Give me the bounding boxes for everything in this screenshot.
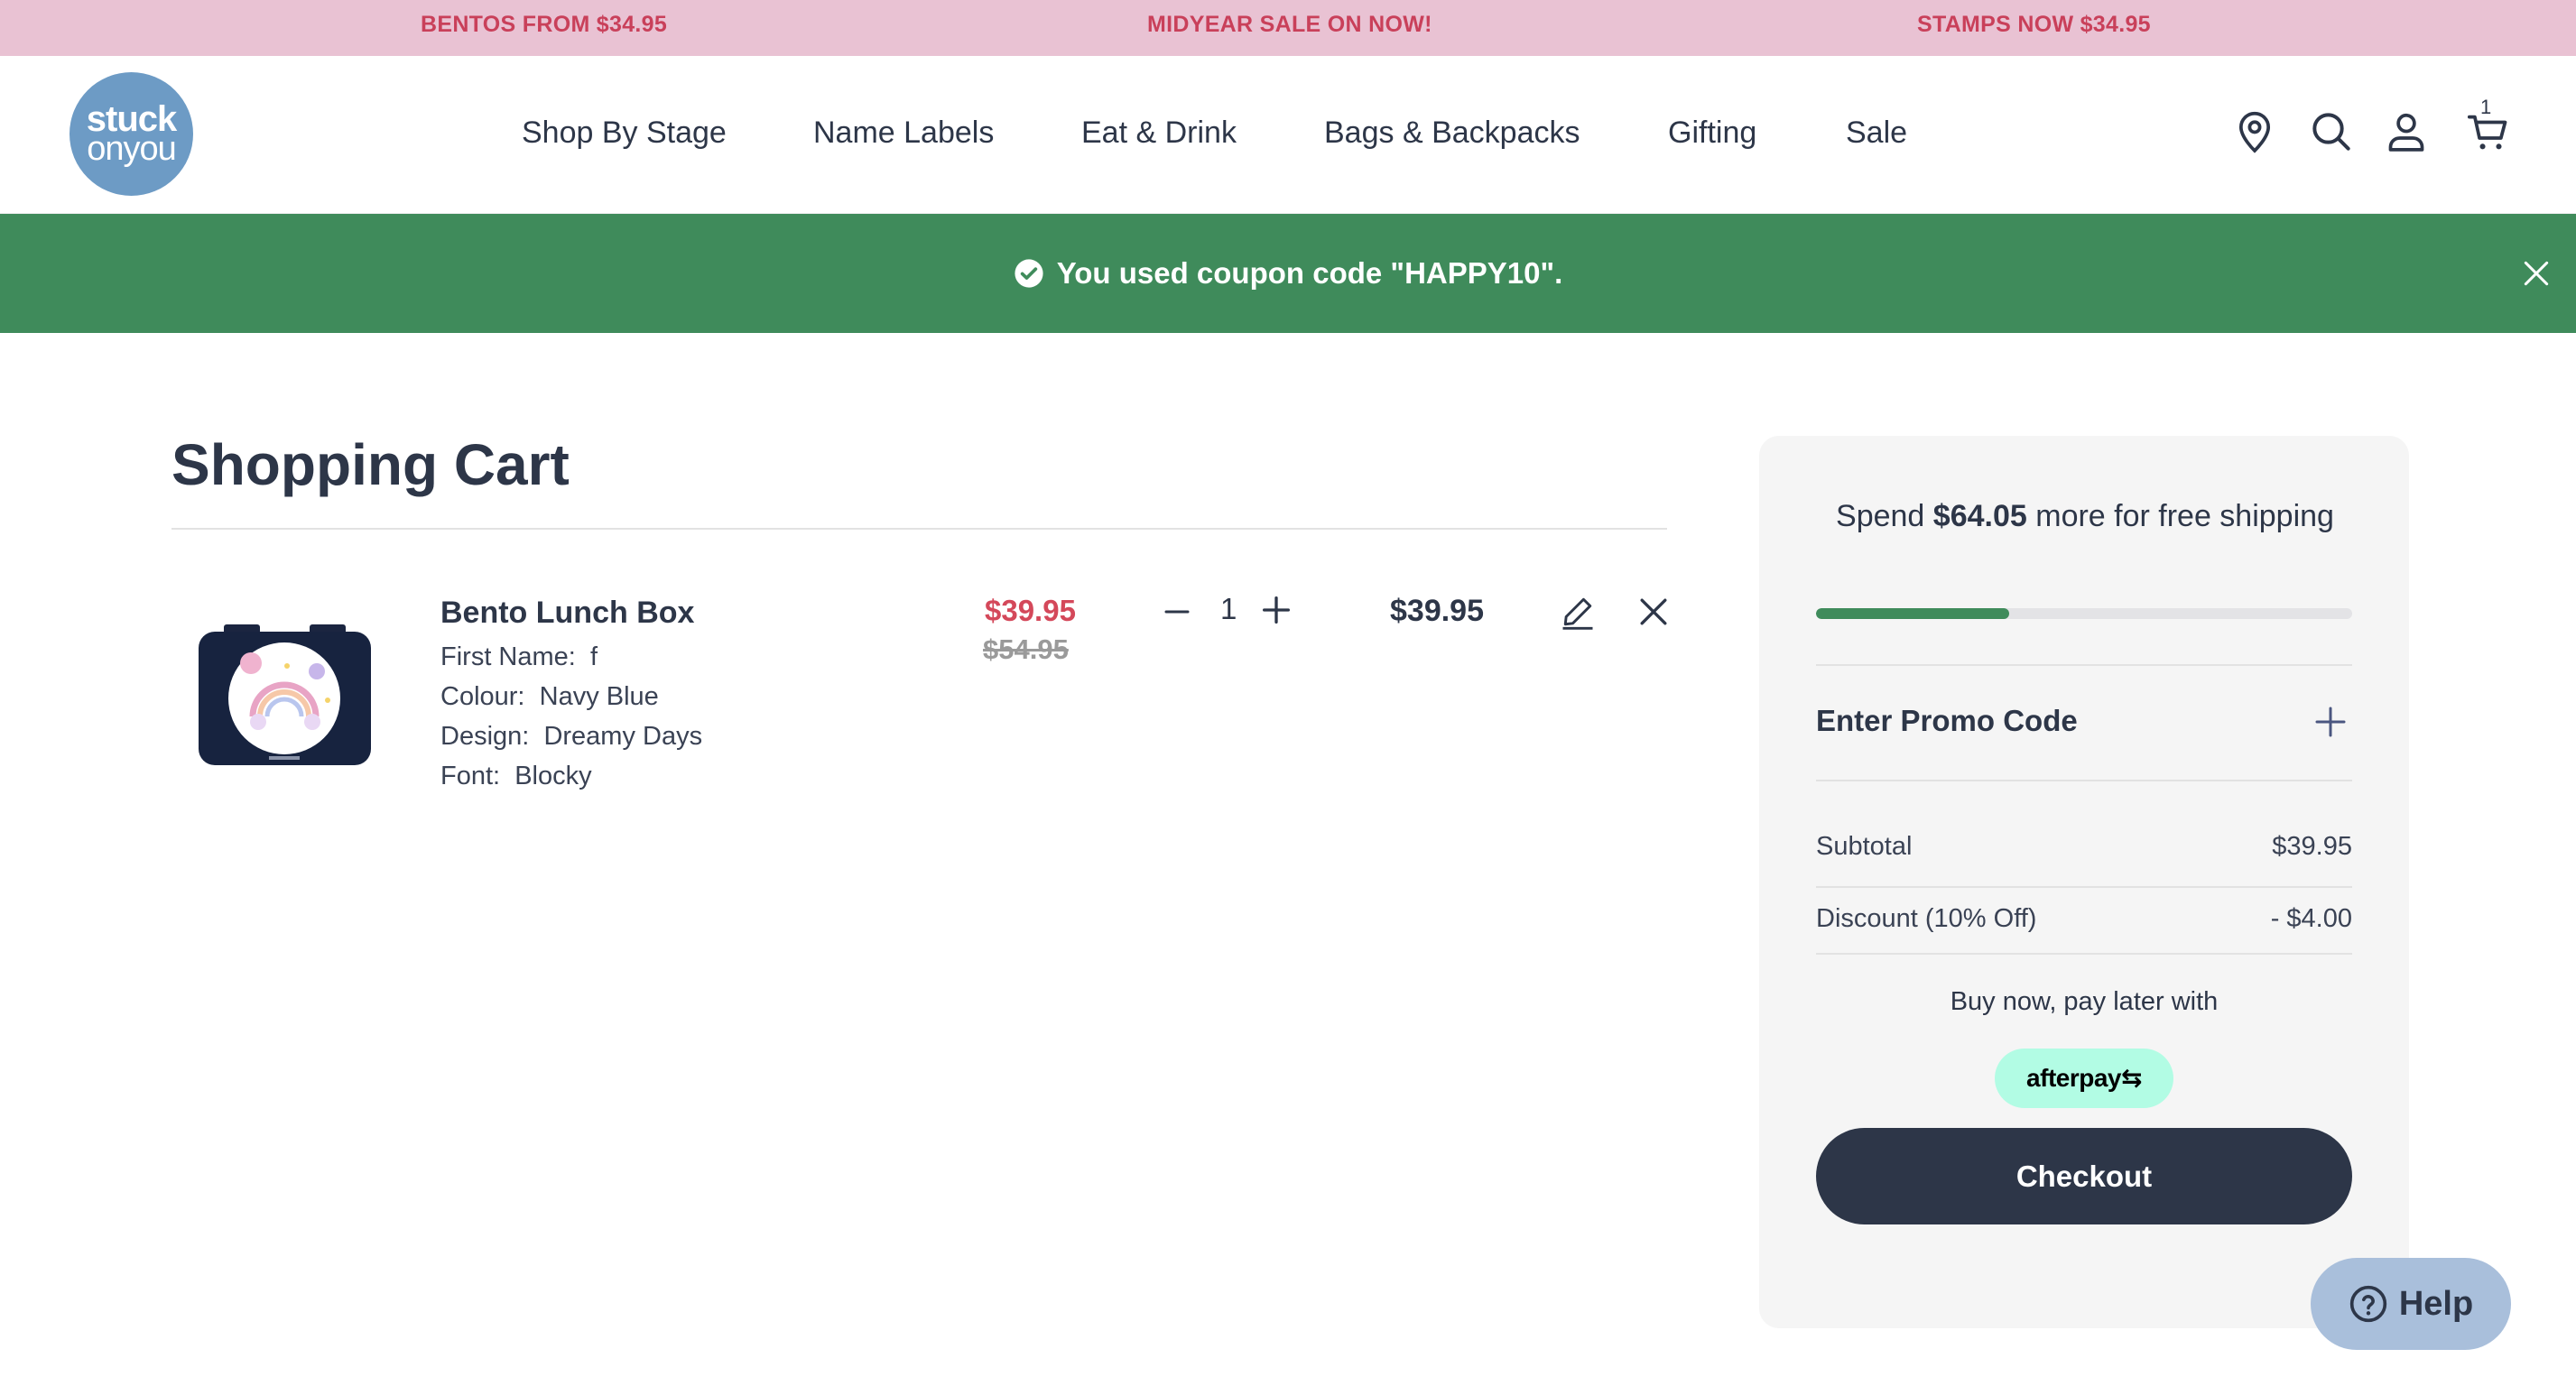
- site-header: stuck onyou Shop By Stage Name Labels Ea…: [0, 56, 2576, 214]
- nav-shop-by-stage[interactable]: Shop By Stage: [522, 110, 727, 155]
- plus-icon[interactable]: [2312, 704, 2349, 740]
- nav-sale[interactable]: Sale: [1846, 110, 1907, 155]
- coupon-notice: You used coupon code "HAPPY10".: [0, 214, 2576, 333]
- attr-value: Dreamy Days: [543, 722, 703, 751]
- title-divider: [171, 528, 1667, 530]
- attr-label: Design:: [440, 722, 530, 751]
- promo-bentos[interactable]: BENTOS FROM $34.95: [421, 0, 667, 56]
- coupon-message-text: You used coupon code "HAPPY10".: [1056, 256, 1563, 290]
- attr-label: Font:: [440, 762, 501, 790]
- discount-label: Discount (10% Off): [1816, 904, 2037, 933]
- attr-first-name: First Name: f: [440, 642, 598, 672]
- coupon-message: You used coupon code "HAPPY10".: [0, 214, 2576, 333]
- promo-code-toggle[interactable]: Enter Promo Code: [1816, 704, 2078, 738]
- help-button[interactable]: Help: [2311, 1258, 2511, 1350]
- attr-font: Font: Blocky: [440, 762, 592, 791]
- nav-name-labels[interactable]: Name Labels: [813, 110, 994, 155]
- attr-design: Design: Dreamy Days: [440, 722, 702, 752]
- summary-divider: [1816, 953, 2352, 955]
- shipping-suffix: more for free shipping: [2026, 499, 2334, 533]
- remove-item-icon[interactable]: [1634, 592, 1673, 632]
- quantity-value[interactable]: 1: [1220, 592, 1237, 626]
- summary-divider: [1816, 664, 2352, 666]
- attr-label: Colour:: [440, 682, 525, 711]
- promo-bar: BENTOS FROM $34.95 MIDYEAR SALE ON NOW! …: [0, 0, 2576, 56]
- page-title: Shopping Cart: [171, 432, 570, 497]
- close-icon[interactable]: [2518, 255, 2554, 291]
- quantity-decrease-button[interactable]: [1161, 596, 1193, 628]
- shipping-progress-fill: [1816, 608, 2009, 619]
- subtotal-value: $39.95: [2272, 832, 2352, 861]
- promo-midyear-sale[interactable]: MIDYEAR SALE ON NOW!: [1147, 0, 1432, 56]
- product-name[interactable]: Bento Lunch Box: [440, 596, 694, 631]
- buy-now-pay-later-text: Buy now, pay later with: [1950, 987, 2219, 1016]
- help-label: Help: [2398, 1284, 2474, 1323]
- nav-bags-backpacks[interactable]: Bags & Backpacks: [1324, 110, 1580, 155]
- edit-icon[interactable]: [1558, 592, 1598, 632]
- attr-value: Navy Blue: [539, 682, 659, 711]
- help-question-icon: [2349, 1285, 2386, 1323]
- attr-value: Blocky: [514, 762, 592, 790]
- location-pin-icon[interactable]: [2229, 106, 2280, 157]
- attr-value: f: [589, 642, 598, 671]
- logo-line-2: onyou: [87, 130, 177, 168]
- account-icon[interactable]: [2381, 106, 2432, 157]
- free-shipping-message: Spend $64.05 more for free shipping: [1805, 493, 2365, 541]
- original-price: $54.95: [983, 633, 1069, 665]
- line-total: $39.95: [1390, 594, 1484, 628]
- sale-price: $39.95: [985, 594, 1076, 627]
- afterpay-label: afterpay: [2026, 1064, 2121, 1092]
- attr-label: First Name:: [440, 642, 576, 671]
- summary-divider: [1816, 780, 2352, 781]
- quantity-increase-button[interactable]: [1258, 592, 1294, 628]
- nav-eat-drink[interactable]: Eat & Drink: [1081, 110, 1237, 155]
- shipping-prefix: Spend: [1836, 499, 1933, 533]
- summary-divider: [1816, 886, 2352, 888]
- promo-stamps[interactable]: STAMPS NOW $34.95: [1917, 0, 2151, 56]
- afterpay-arrows-icon: ⇆: [2120, 1064, 2142, 1092]
- shipping-progress-bar: [1816, 608, 2352, 619]
- shipping-amount: $64.05: [1932, 499, 2027, 533]
- product-image[interactable]: [197, 623, 373, 767]
- discount-value: - $4.00: [2270, 904, 2352, 933]
- attr-colour: Colour: Navy Blue: [440, 682, 659, 712]
- checkout-button[interactable]: Checkout: [1816, 1128, 2352, 1224]
- cart-count-badge: 1: [2480, 96, 2492, 118]
- logo[interactable]: stuck onyou: [69, 72, 193, 196]
- subtotal-label: Subtotal: [1816, 832, 1913, 861]
- search-icon[interactable]: [2306, 106, 2357, 157]
- nav-gifting[interactable]: Gifting: [1668, 110, 1756, 155]
- afterpay-badge[interactable]: afterpay⇆: [1995, 1049, 2173, 1108]
- check-circle-icon: [1015, 259, 1043, 288]
